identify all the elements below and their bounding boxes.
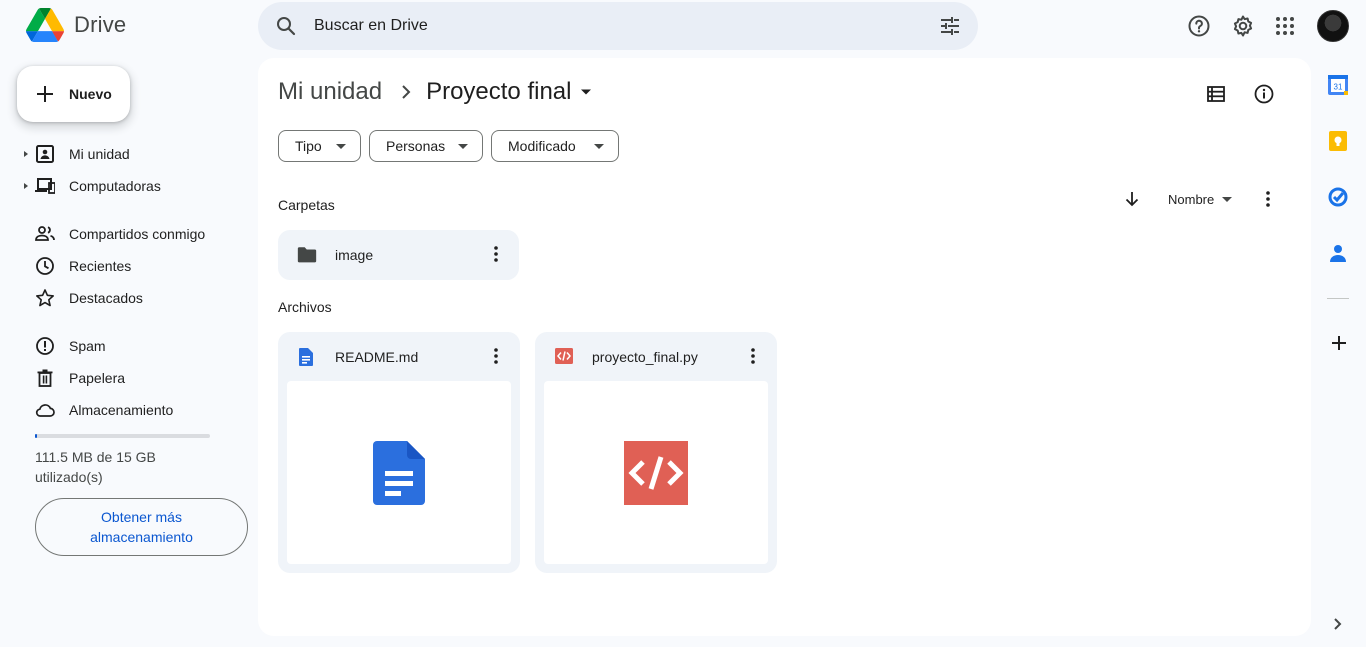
folder-card[interactable]: image	[278, 230, 519, 280]
storage-usage-text: 111.5 MB de 15 GB utilizado(s)	[35, 449, 156, 485]
calendar-icon[interactable]: 31	[1327, 74, 1351, 98]
storage-progress-bar	[35, 434, 210, 438]
get-more-storage-button[interactable]: Obtener más almacenamiento	[35, 498, 248, 556]
sort-by-button[interactable]: Nombre	[1168, 192, 1233, 207]
files-section-title: Archivos	[278, 299, 332, 315]
dropdown-arrow-icon	[1222, 197, 1233, 202]
main-content: Mi unidad Proyecto final Tipo Personas M…	[258, 58, 1311, 636]
document-preview-icon	[373, 440, 425, 505]
app-name: Drive	[74, 12, 127, 37]
filter-people-chip[interactable]: Personas	[369, 130, 483, 162]
sidebar-item-label: Destacados	[69, 290, 143, 306]
plus-icon	[33, 82, 57, 106]
expand-caret-icon[interactable]	[24, 151, 28, 157]
dropdown-arrow-icon	[336, 144, 346, 149]
search-bar[interactable]: Buscar en Drive	[258, 2, 978, 50]
sidebar-item-my-drive[interactable]: Mi unidad	[0, 138, 250, 170]
new-button-label: Nuevo	[69, 86, 112, 102]
file-name: proyecto_final.py	[592, 349, 698, 365]
folder-name: image	[335, 247, 374, 263]
sidebar-item-recent[interactable]: Recientes	[0, 250, 250, 282]
contacts-icon[interactable]	[1327, 242, 1351, 266]
list-view-icon[interactable]	[1204, 82, 1228, 106]
help-icon[interactable]	[1187, 14, 1211, 38]
folder-menu-dropdown-icon[interactable]	[579, 85, 593, 99]
file-thumbnail[interactable]	[544, 381, 768, 564]
more-vert-icon[interactable]	[1258, 189, 1278, 209]
file-thumbnail[interactable]	[287, 381, 511, 564]
folders-section-title: Carpetas	[278, 197, 335, 213]
sidebar-item-label: Spam	[69, 338, 106, 354]
spam-icon	[35, 336, 55, 356]
search-icon[interactable]	[274, 14, 298, 38]
search-input[interactable]: Buscar en Drive	[314, 17, 428, 35]
sidebar-item-computers[interactable]: Computadoras	[0, 170, 250, 202]
sidebar-item-storage[interactable]: Almacenamiento	[0, 394, 250, 426]
shared-icon	[35, 224, 55, 244]
filter-modified-label: Modificado	[508, 138, 576, 154]
side-panel-divider	[1327, 298, 1349, 299]
filter-modified-chip[interactable]: Modificado	[491, 130, 619, 162]
computers-icon	[35, 176, 55, 196]
google-docs-icon	[298, 348, 314, 366]
star-icon	[35, 288, 55, 308]
apps-grid-icon[interactable]	[1273, 14, 1297, 38]
more-vert-icon[interactable]	[486, 346, 506, 366]
new-button[interactable]: Nuevo	[17, 66, 130, 122]
sort-by-label: Nombre	[1168, 192, 1215, 207]
filter-type-chip[interactable]: Tipo	[278, 130, 361, 162]
storage-progress-fill	[35, 434, 37, 438]
add-addon-icon[interactable]	[1327, 331, 1351, 355]
filter-type-label: Tipo	[295, 138, 322, 154]
code-file-icon	[555, 348, 573, 364]
sidebar-item-shared[interactable]: Compartidos conmigo	[0, 218, 250, 250]
trash-icon	[35, 368, 55, 388]
settings-icon[interactable]	[1231, 14, 1255, 38]
sidebar-item-label: Compartidos conmigo	[69, 226, 206, 242]
tasks-icon[interactable]	[1327, 186, 1351, 210]
tune-icon[interactable]	[938, 14, 962, 38]
svg-text:31: 31	[1334, 83, 1343, 92]
more-vert-icon[interactable]	[486, 244, 506, 264]
clock-icon	[35, 256, 55, 276]
info-icon[interactable]	[1252, 82, 1276, 106]
breadcrumb-current[interactable]: Proyecto final	[426, 78, 571, 106]
expand-panel-icon[interactable]	[1330, 612, 1354, 636]
drive-logo[interactable]: Drive	[26, 8, 126, 42]
sidebar-item-label: Computadoras	[69, 178, 161, 194]
sidebar-item-label: Mi unidad	[69, 146, 130, 162]
avatar[interactable]	[1317, 10, 1349, 42]
filter-people-label: Personas	[386, 138, 446, 154]
keep-icon[interactable]	[1327, 130, 1351, 154]
sort-direction-arrow-icon[interactable]	[1122, 189, 1142, 209]
cloud-icon	[35, 400, 55, 420]
more-vert-icon[interactable]	[743, 346, 763, 366]
file-card[interactable]: proyecto_final.py	[535, 332, 777, 573]
dropdown-arrow-icon	[594, 144, 604, 149]
breadcrumb-root[interactable]: Mi unidad	[278, 78, 382, 106]
breadcrumb: Mi unidad Proyecto final	[278, 78, 593, 106]
file-card[interactable]: README.md	[278, 332, 520, 573]
sidebar-item-label: Almacenamiento	[69, 402, 174, 418]
folder-icon	[296, 244, 318, 266]
code-preview-icon	[624, 440, 688, 505]
my-drive-icon	[35, 144, 55, 164]
drive-logo-icon	[26, 8, 64, 42]
sidebar-item-starred[interactable]: Destacados	[0, 282, 250, 314]
expand-caret-icon[interactable]	[24, 183, 28, 189]
sidebar-item-spam[interactable]: Spam	[0, 330, 250, 362]
dropdown-arrow-icon	[458, 144, 468, 149]
sidebar-item-trash[interactable]: Papelera	[0, 362, 250, 394]
chevron-right-icon	[400, 84, 412, 100]
file-name: README.md	[335, 349, 419, 365]
sidebar-item-label: Recientes	[69, 258, 132, 274]
sidebar-item-label: Papelera	[69, 370, 126, 386]
